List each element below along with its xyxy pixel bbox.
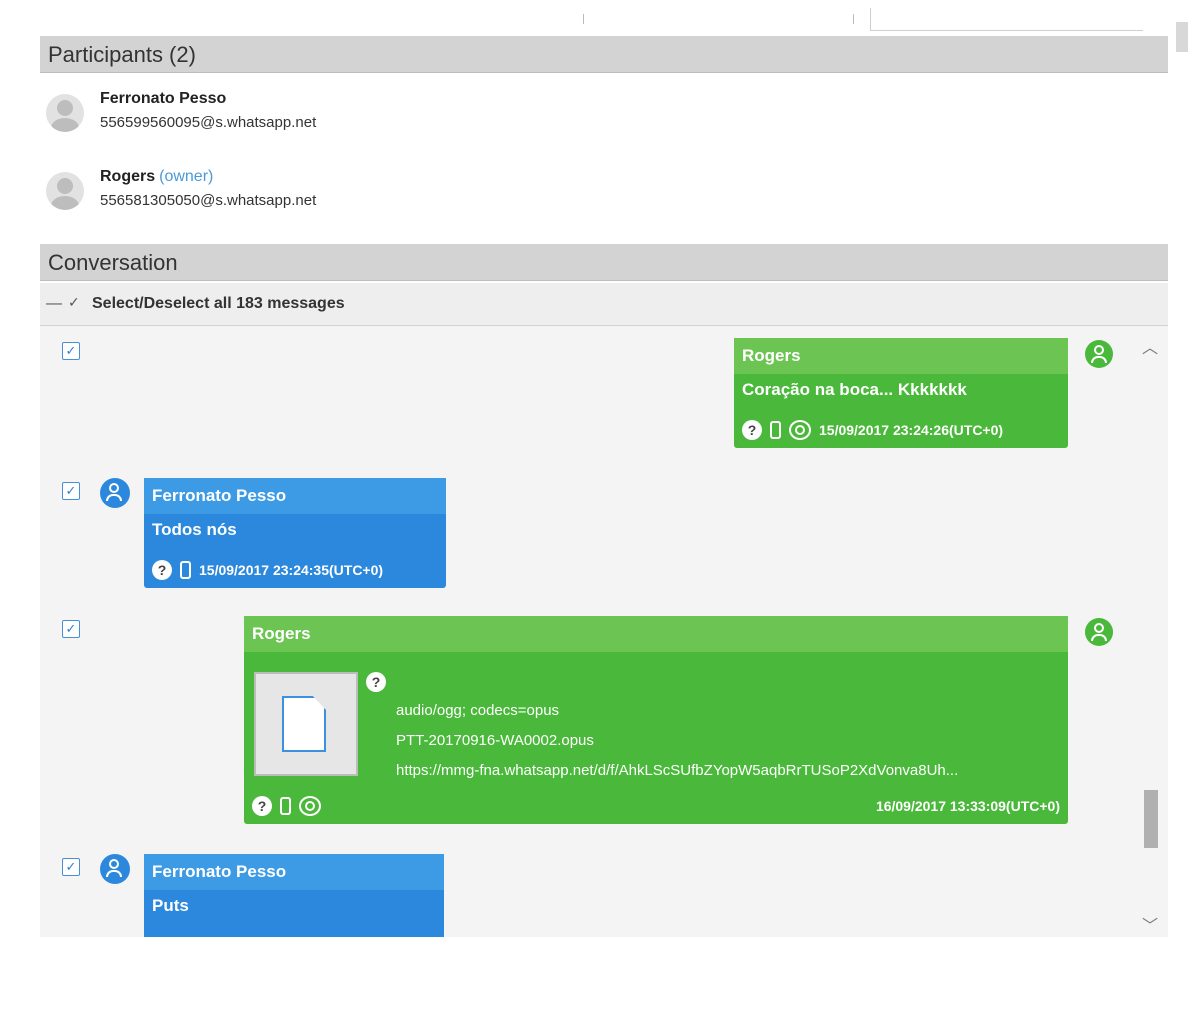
message-bubble-outgoing: Rogers Coração na boca... Kkkkkkk ? 15/0…	[734, 338, 1068, 448]
top-toolbar-fragment	[0, 0, 1200, 52]
help-icon[interactable]: ?	[742, 420, 762, 440]
message-text: Coração na boca... Kkkkkkk	[742, 380, 967, 399]
attachment-url[interactable]: https://mmg-fna.whatsapp.net/d/f/AhkLScS…	[396, 762, 958, 779]
message-bubble-incoming: Ferronato Pesso Puts	[144, 854, 444, 937]
message-sender: Ferronato Pesso	[144, 854, 444, 890]
avatar	[46, 172, 84, 210]
select-all-bar[interactable]: — ✓ Select/Deselect all 183 messages	[40, 283, 1168, 326]
message-bubble-outgoing: Rogers ? audio/ogg; codecs=opus PTT-2017…	[244, 616, 1068, 824]
participant-name: Ferronato Pesso	[100, 90, 226, 108]
divider	[583, 14, 584, 24]
participant-name-text: Ferronato Pesso	[100, 90, 227, 107]
user-avatar-icon	[1085, 340, 1113, 368]
phone-icon	[180, 561, 191, 579]
group-icon	[299, 796, 321, 816]
conversation-title: Conversation	[48, 250, 178, 275]
search-input[interactable]	[870, 8, 1143, 31]
scrollbar-thumb[interactable]	[1144, 790, 1158, 848]
participant-name: Rogers (owner)	[100, 168, 213, 186]
participants-header: Participants (2)	[40, 36, 1168, 73]
message-bubble-incoming: Ferronato Pesso Todos nós ? 15/09/2017 2…	[144, 478, 446, 588]
message-footer: ? 15/09/2017 23:24:26(UTC+0)	[742, 418, 1003, 442]
participants-title: Participants (2)	[48, 42, 196, 67]
message-footer: ? 16/09/2017 13:33:09(UTC+0)	[252, 794, 1060, 818]
participant-row: Ferronato Pesso 556599560095@s.whatsapp.…	[40, 88, 740, 138]
message-sender: Rogers	[244, 616, 1068, 652]
message-timestamp: 15/09/2017 23:24:26(UTC+0)	[819, 422, 1004, 438]
attachment-filename[interactable]: PTT-20170916-WA0002.opus	[396, 732, 594, 749]
message-checkbox[interactable]: ✓	[62, 620, 80, 638]
participant-jid: 556581305050@s.whatsapp.net	[100, 192, 317, 209]
check-icon: ✓	[68, 294, 80, 310]
document-icon	[282, 696, 326, 752]
user-avatar-icon	[100, 854, 130, 884]
conversation-header: Conversation	[40, 244, 1168, 281]
participant-name-text: Rogers	[100, 168, 156, 185]
participant-jid: 556599560095@s.whatsapp.net	[100, 114, 317, 131]
message-sender: Rogers	[734, 338, 1068, 374]
message-sender: Ferronato Pesso	[144, 478, 446, 514]
message-text: Puts	[152, 896, 189, 915]
scroll-down-icon[interactable]: ﹀	[1142, 912, 1158, 936]
user-avatar-icon	[100, 478, 130, 508]
phone-icon	[280, 797, 291, 815]
divider	[853, 14, 854, 24]
attachment-thumbnail[interactable]	[254, 672, 358, 776]
message-checkbox[interactable]: ✓	[62, 858, 80, 876]
message-text: Todos nós	[152, 520, 237, 539]
help-icon[interactable]: ?	[152, 560, 172, 580]
message-checkbox[interactable]: ✓	[62, 342, 80, 360]
group-icon	[789, 420, 811, 440]
avatar	[46, 94, 84, 132]
scroll-up-icon[interactable]: ︿	[1142, 334, 1158, 358]
outer-scrollbar[interactable]	[1176, 22, 1188, 52]
message-timestamp: 15/09/2017 23:24:35(UTC+0)	[199, 562, 384, 578]
collapse-icon[interactable]: —	[46, 295, 62, 313]
phone-icon	[770, 421, 781, 439]
attachment-mime: audio/ogg; codecs=opus	[396, 702, 560, 719]
conversation-list[interactable]: ✓ Rogers Coração na boca... Kkkkkkk ? 15…	[40, 326, 1168, 937]
select-all-label[interactable]: Select/Deselect all 183 messages	[92, 295, 345, 313]
user-avatar-icon	[1085, 618, 1113, 646]
message-checkbox[interactable]: ✓	[62, 482, 80, 500]
help-icon[interactable]: ?	[252, 796, 272, 816]
owner-tag: (owner)	[159, 168, 214, 185]
participant-row: Rogers (owner) 556581305050@s.whatsapp.ne…	[40, 166, 740, 216]
message-timestamp: 16/09/2017 13:33:09(UTC+0)	[875, 798, 1060, 814]
message-footer: ? 15/09/2017 23:24:35(UTC+0)	[152, 558, 383, 582]
help-icon[interactable]: ?	[366, 672, 386, 692]
